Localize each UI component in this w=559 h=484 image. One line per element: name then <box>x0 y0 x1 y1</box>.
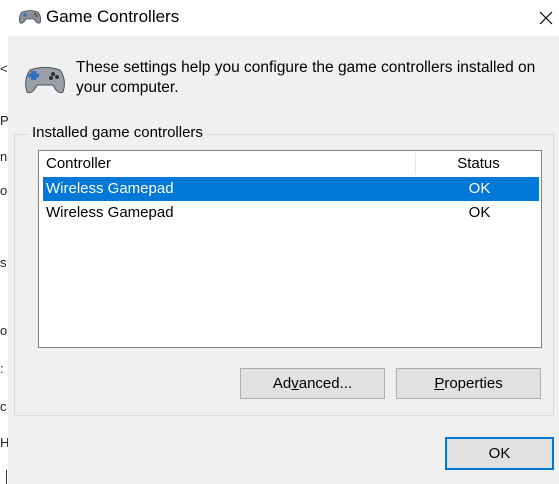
background-fragment <box>6 470 7 484</box>
background-fragment: o <box>0 183 8 198</box>
controllers-list[interactable]: Controller Status Wireless Gamepad OK Wi… <box>38 150 542 348</box>
properties-access-key: P <box>434 375 445 392</box>
list-item[interactable]: Wireless Gamepad OK <box>43 201 539 225</box>
background-fragment: c <box>0 399 7 414</box>
close-button[interactable] <box>535 0 559 36</box>
column-header-controller[interactable]: Controller <box>39 151 416 176</box>
gamepad-icon <box>18 9 42 29</box>
game-controllers-dialog: Game Controllers These settings help you… <box>8 0 559 484</box>
properties-button[interactable]: Properties <box>396 368 541 399</box>
background-fragment: o <box>0 323 8 338</box>
properties-label-end: roperties <box>444 375 503 392</box>
background-fragment: < <box>0 61 8 76</box>
ok-button[interactable]: OK <box>445 437 554 470</box>
controller-status: OK <box>468 180 491 197</box>
advanced-label-start: Ad <box>272 375 292 392</box>
close-icon <box>539 11 553 25</box>
advanced-label-end: anced... <box>298 375 353 392</box>
advanced-access-key: v <box>291 375 299 392</box>
window-title: Game Controllers <box>46 7 180 26</box>
description-text: These settings help you configure the ga… <box>76 59 536 96</box>
title-bar[interactable]: Game Controllers <box>8 0 559 36</box>
background-fragment: : <box>0 361 4 376</box>
background-fragment: s <box>0 255 7 270</box>
advanced-button[interactable]: Advanced... <box>240 368 385 399</box>
column-header-status[interactable]: Status <box>416 151 541 176</box>
controller-name: Wireless Gamepad <box>46 204 174 221</box>
group-label: Installed game controllers <box>29 124 206 141</box>
background-fragment: n <box>0 149 8 164</box>
controller-status: OK <box>468 204 491 221</box>
controller-name: Wireless Gamepad <box>46 180 174 197</box>
list-item[interactable]: Wireless Gamepad OK <box>43 177 539 201</box>
gamepad-icon <box>23 64 67 100</box>
